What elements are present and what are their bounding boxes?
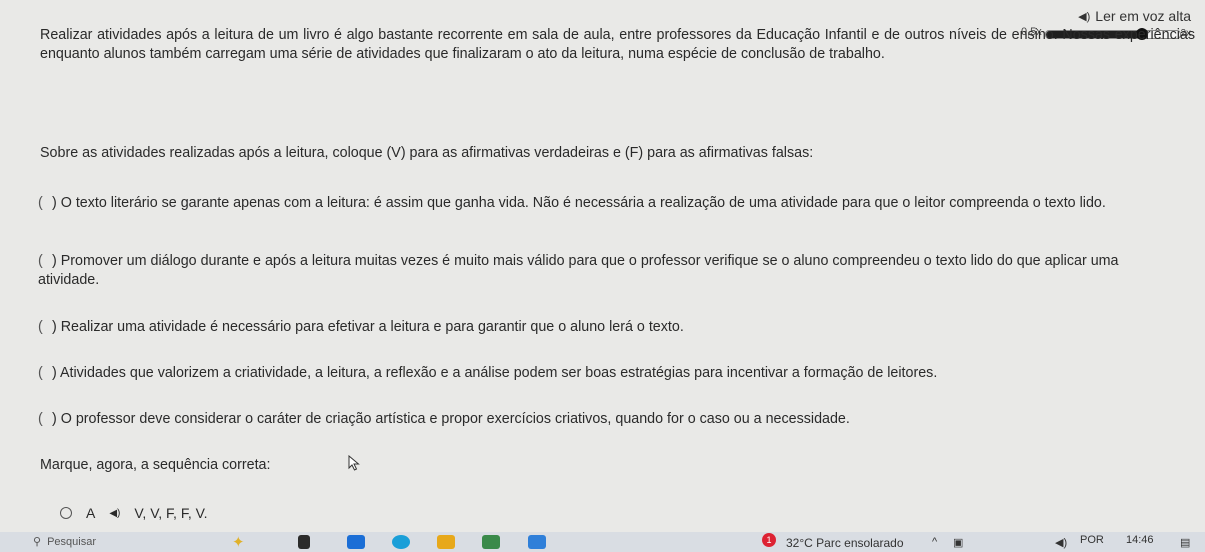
chevron-up-icon[interactable]: ^: [932, 536, 937, 548]
question-content: Realizar atividades após a leitura de um…: [38, 26, 1195, 473]
intro-paragraph: Realizar atividades após a leitura de um…: [40, 27, 1195, 62]
speaker-icon: ◀): [1078, 10, 1091, 23]
statement-item: () O texto literário se garante apenas c…: [38, 195, 1106, 211]
option-letter: A: [86, 505, 96, 521]
taskbar-search[interactable]: ⚲ Pesquisar: [33, 535, 96, 549]
answer-option-a[interactable]: A ◀) V, V, F, F, V.: [60, 505, 208, 521]
statement-item: () Realizar uma atividade é necessário p…: [38, 319, 684, 335]
edge-browser-icon[interactable]: [392, 535, 410, 549]
read-aloud-button[interactable]: ◀) Ler em voz alta: [1078, 8, 1191, 24]
language-indicator[interactable]: POR: [1080, 534, 1104, 546]
speaker-icon[interactable]: ◀): [109, 508, 120, 519]
store-icon[interactable]: [482, 535, 500, 549]
statement-item: () Promover um diálogo durante e após a …: [38, 253, 1119, 288]
sparkle-icon[interactable]: ✦: [232, 533, 245, 551]
file-explorer-icon[interactable]: [437, 535, 455, 549]
volume-icon[interactable]: ◀): [1055, 536, 1067, 549]
option-text: V, V, F, F, V.: [134, 505, 208, 521]
answer-prompt: Marque, agora, a sequência correta:: [40, 457, 271, 473]
mouse-cursor-icon: [348, 455, 360, 471]
notifications-icon[interactable]: ▤: [1180, 536, 1190, 549]
radio-button[interactable]: [60, 507, 72, 519]
clock[interactable]: 14:46: [1126, 534, 1154, 546]
task-view-icon[interactable]: [298, 535, 310, 549]
statement-item: () O professor deve considerar o caráter…: [38, 411, 850, 427]
search-icon: ⚲: [33, 536, 42, 548]
weather-text[interactable]: 32°C Parc ensolarado: [786, 536, 904, 550]
question-statement: Sobre as atividades realizadas após a le…: [40, 145, 814, 161]
statement-item: () Atividades que valorizem a criativida…: [38, 365, 938, 381]
taskbar: ⚲ Pesquisar ✦ 1 32°C Parc ensolarado ^ ▣…: [0, 532, 1205, 552]
app-icon[interactable]: [528, 535, 546, 549]
tray-icon[interactable]: ▣: [953, 536, 963, 549]
app-icon[interactable]: [347, 535, 365, 549]
read-aloud-label: Ler em voz alta: [1095, 8, 1191, 24]
notification-badge: 1: [762, 533, 776, 547]
